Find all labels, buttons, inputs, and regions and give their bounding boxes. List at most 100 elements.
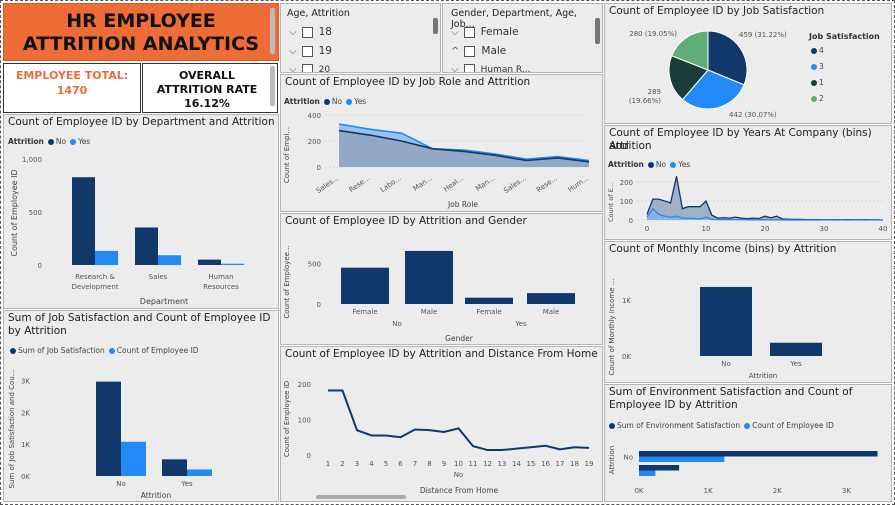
gender-slicer-item[interactable]: ⌵ Human R... — [451, 64, 530, 72]
legend-label: 4 — [819, 46, 824, 55]
chevron-down-icon[interactable]: ⌵ — [289, 64, 297, 72]
bar-no — [72, 177, 95, 265]
jobsat-pie-svg: 459 (31.22%) 442 (30.07%) 289(19.66%) 280 (… — [629, 30, 787, 119]
age-attrition-slicer[interactable]: Age, Attrition ⌵ 18 ⌵ 19 ⌵ 20 — [280, 3, 441, 73]
x-tick-label: 1 — [326, 460, 330, 468]
y-tick-label: 3K — [21, 378, 30, 386]
x-tick-label: No — [116, 480, 126, 488]
jobrole-chart[interactable]: Count of Employee ID by Job Role and Att… — [280, 74, 603, 212]
x-tick-label: Hum... — [567, 174, 591, 194]
age-slicer-item[interactable]: ⌵ 20 — [289, 64, 330, 72]
distance-svg: Count of Employee ID Distance From Home … — [283, 381, 594, 495]
y-tick-label: 200 — [308, 138, 321, 146]
y-tick-label: 0 — [629, 217, 633, 225]
age-slicer-item[interactable]: ⌵ 18 — [289, 26, 332, 38]
gender-attrition-chart[interactable]: Count of Employee ID by Attrition and Ge… — [280, 213, 603, 345]
x-axis-label: Distance From Home — [420, 486, 499, 495]
legend-label: 1 — [819, 78, 824, 87]
y-axis-label: Count of Employee... — [283, 245, 291, 318]
env-satisfaction-chart[interactable]: Sum of Environment Satisfaction and Coun… — [604, 384, 892, 502]
x-tick-label: 11 — [469, 460, 478, 468]
bar-series-1 — [121, 441, 146, 476]
checkbox[interactable] — [464, 45, 476, 57]
checkbox[interactable] — [301, 64, 313, 72]
bar-no — [135, 227, 158, 265]
checkbox[interactable] — [463, 64, 475, 72]
dashboard-title-banner: HR EMPLOYEE ATTRITION ANALYTICS — [3, 3, 279, 61]
y-tick-label: 2K — [21, 409, 30, 417]
x-tick-label: 19 — [585, 460, 594, 468]
age-slicer-item[interactable]: ⌵ 19 — [289, 45, 332, 57]
dept-attrition-chart[interactable]: Count of Employee ID by Department and A… — [3, 114, 279, 309]
y-tick-label: 1K — [21, 441, 30, 449]
gender-slicer-item[interactable]: ⌵ Female — [451, 26, 519, 38]
title-scrollbar[interactable] — [270, 8, 275, 54]
x-group-label: Yes — [514, 320, 527, 328]
x-tick-label: 8 — [427, 460, 431, 468]
monthly-income-chart[interactable]: Count of Monthly Income (bins) by Attrit… — [604, 241, 892, 383]
x-tick-label: 3K — [842, 487, 851, 495]
x-tick-label: 20 — [761, 225, 770, 233]
years-svg: Count of E... 200 100 0 0 10 20 30 40 — [607, 176, 888, 233]
checkbox[interactable] — [463, 26, 475, 38]
chevron-up-icon[interactable]: ^ — [451, 46, 459, 57]
x-tick-label: Resources — [203, 283, 239, 291]
y-tick-label: 1,000 — [22, 156, 42, 164]
kpi-scrollbar[interactable] — [270, 66, 275, 106]
x-tick-label: Heal... — [442, 174, 465, 193]
chevron-down-icon[interactable]: ⌵ — [451, 27, 459, 38]
x-tick-label: 0 — [645, 225, 649, 233]
jobsat-pie-chart[interactable]: Count of Employee ID by Job Satisfaction… — [604, 3, 892, 124]
employee-total-card: EMPLOYEE TOTAL: 1470 — [3, 63, 141, 113]
distance-horizontal-scrollbar[interactable] — [316, 495, 406, 499]
y-tick-label: 100 — [620, 198, 633, 206]
income-bar — [700, 286, 752, 356]
bar-yes — [95, 250, 118, 265]
x-tick-label: 10 — [454, 460, 463, 468]
checkbox[interactable] — [301, 26, 313, 38]
chevron-down-icon[interactable]: ⌵ — [451, 64, 459, 72]
y-tick-label: 200 — [620, 179, 633, 187]
chevron-down-icon[interactable]: ⌵ — [289, 46, 297, 57]
x-tick-label: 14 — [512, 460, 521, 468]
x-axis-label: Gender — [445, 334, 474, 343]
x-tick-label: 2K — [773, 487, 782, 495]
x-group-label: No — [454, 471, 464, 479]
x-tick-label: Sales... — [315, 174, 340, 195]
gender-slicer-scrollbar[interactable] — [595, 18, 600, 44]
pie-data-label: 289 — [648, 88, 661, 96]
checkbox[interactable] — [301, 45, 313, 57]
sum-jobsat-svg: Sum of Job Satisfaction and Cou... Attri… — [8, 370, 212, 500]
y-axis-label: Count of Empl... — [283, 127, 291, 183]
sum-jobsat-chart[interactable]: Sum of Job Satisfaction and Count of Emp… — [3, 310, 279, 502]
x-tick-label: 3 — [355, 460, 359, 468]
x-tick-label: 7 — [413, 460, 417, 468]
income-bar — [770, 342, 822, 356]
x-tick-label: Female — [476, 308, 501, 316]
chevron-down-icon[interactable]: ⌵ — [289, 27, 297, 38]
env-bar-series-0 — [639, 465, 680, 471]
x-tick-label: Sales... — [502, 174, 527, 195]
dashboard-title-line-2: ATTRITION ANALYTICS — [22, 33, 260, 55]
age-item-label: 19 — [318, 45, 332, 57]
dept-chart-svg: Count of Employee ID Department 1,000 500… — [10, 156, 244, 306]
x-tick-label: 30 — [820, 225, 829, 233]
attrition-rate-value: 16.12% — [184, 97, 230, 110]
y-tick-label: 400 — [308, 112, 321, 120]
x-tick-label: Yes — [180, 480, 193, 488]
gender-department-slicer[interactable]: Gender, Department, Age, Job... ⌵ Female … — [442, 3, 603, 73]
gender-svg: Count of Employee... Gender 500 0 Female Ma… — [283, 245, 575, 343]
pie-data-label: 459 (31.22%) — [739, 31, 787, 39]
x-tick-label: 12 — [483, 460, 492, 468]
x-tick-label: 2 — [340, 460, 344, 468]
env-bar-series-0 — [639, 451, 878, 457]
distance-chart[interactable]: Count of Employee ID by Attrition and Di… — [280, 346, 603, 502]
age-slicer-scrollbar[interactable] — [433, 18, 438, 34]
x-tick-label: 18 — [570, 460, 579, 468]
years-at-company-chart[interactable]: Count of Employee ID by Years At Company… — [604, 125, 892, 240]
x-tick-label: Research & — [75, 273, 115, 281]
pie-legend-title: Job Satisfaction — [809, 32, 880, 41]
bar-series-0 — [96, 381, 121, 476]
x-tick-label: 40 — [879, 225, 888, 233]
gender-slicer-item[interactable]: ^ Male — [451, 45, 506, 57]
